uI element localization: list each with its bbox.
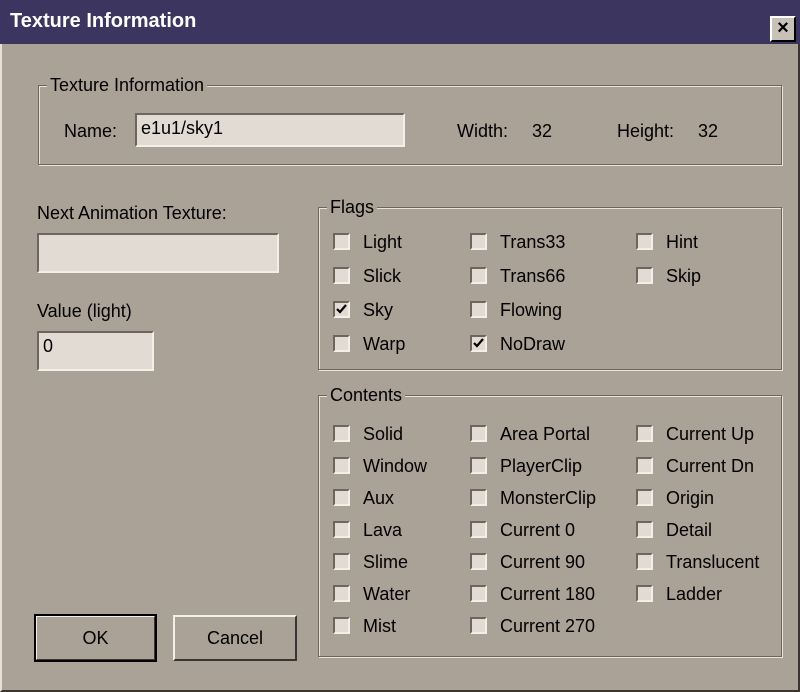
checkbox-label-skip: Skip (666, 266, 702, 286)
checkbox-label-monsterclip: MonsterClip (500, 488, 597, 508)
checked-checkbox-icon[interactable] (470, 335, 487, 352)
unchecked-checkbox-icon[interactable] (636, 489, 653, 506)
value-light-field[interactable]: 0 (37, 331, 154, 371)
checkbox-label-hint: Hint (666, 232, 699, 252)
unchecked-checkbox-icon[interactable] (470, 457, 487, 474)
unchecked-checkbox-icon[interactable] (333, 585, 350, 602)
checkbox-label-trans66: Trans66 (500, 266, 566, 286)
unchecked-checkbox-icon[interactable] (333, 553, 350, 570)
next-animation-field[interactable] (37, 233, 279, 273)
checkbox-label-flowing: Flowing (500, 300, 563, 320)
close-icon: × (777, 17, 789, 39)
unchecked-checkbox-icon[interactable] (636, 233, 653, 250)
contents-legend: Contents (327, 384, 406, 406)
checkbox-label-current-270: Current 270 (500, 616, 596, 636)
unchecked-checkbox-icon[interactable] (333, 233, 350, 250)
checkbox-label-nodraw: NoDraw (500, 334, 566, 354)
unchecked-checkbox-icon[interactable] (636, 521, 653, 538)
checkbox-label-current-up: Current Up (666, 424, 755, 444)
checkbox-label-slime: Slime (363, 552, 409, 572)
checkbox-label-trans33: Trans33 (500, 232, 566, 252)
width-value: 32 (532, 121, 553, 141)
checkbox-label-warp: Warp (363, 334, 406, 354)
title-bar: Texture Information × (0, 0, 800, 44)
width-label: Width: (457, 121, 509, 141)
unchecked-checkbox-icon[interactable] (333, 425, 350, 442)
checkbox-label-sky: Sky (363, 300, 394, 320)
cancel-label: Cancel (206, 628, 264, 648)
unchecked-checkbox-icon[interactable] (636, 267, 653, 284)
checked-checkbox-icon[interactable] (333, 301, 350, 318)
name-label: Name: (64, 121, 118, 141)
checkbox-label-solid: Solid (363, 424, 404, 444)
checkbox-label-playerclip: PlayerClip (500, 456, 583, 476)
unchecked-checkbox-icon[interactable] (470, 425, 487, 442)
height-label: Height: (617, 121, 675, 141)
checkbox-label-translucent: Translucent (666, 552, 760, 572)
checkbox-label-aux: Aux (363, 488, 395, 508)
checkbox-label-slick: Slick (363, 266, 402, 286)
checkbox-label-ladder: Ladder (666, 584, 723, 604)
unchecked-checkbox-icon[interactable] (333, 521, 350, 538)
next-animation-label: Next Animation Texture: (37, 203, 227, 223)
checkbox-label-current-0: Current 0 (500, 520, 576, 540)
checkbox-label-window: Window (363, 456, 428, 476)
unchecked-checkbox-icon[interactable] (636, 585, 653, 602)
unchecked-checkbox-icon[interactable] (470, 585, 487, 602)
height-value: 32 (698, 121, 719, 141)
checkbox-label-lava: Lava (363, 520, 403, 540)
unchecked-checkbox-icon[interactable] (636, 457, 653, 474)
unchecked-checkbox-icon[interactable] (333, 489, 350, 506)
name-field[interactable]: e1u1/sky1 (135, 113, 405, 147)
unchecked-checkbox-icon[interactable] (470, 617, 487, 634)
texture-info-legend: Texture Information (47, 74, 208, 96)
unchecked-checkbox-icon[interactable] (333, 617, 350, 634)
unchecked-checkbox-icon[interactable] (333, 457, 350, 474)
unchecked-checkbox-icon[interactable] (636, 553, 653, 570)
ok-label: OK (82, 628, 109, 648)
ok-button[interactable]: OK (34, 614, 157, 662)
checkbox-label-current-90: Current 90 (500, 552, 586, 572)
window-title: Texture Information (10, 10, 197, 32)
checkbox-label-mist: Mist (363, 616, 396, 636)
close-button[interactable]: × (770, 16, 796, 42)
checkbox-label-current-dn: Current Dn (666, 456, 755, 476)
checkbox-label-area-portal: Area Portal (500, 424, 591, 444)
checkbox-label-origin: Origin (666, 488, 715, 508)
checkbox-label-light: Light (363, 232, 403, 252)
unchecked-checkbox-icon[interactable] (470, 521, 487, 538)
unchecked-checkbox-icon[interactable] (333, 335, 350, 352)
unchecked-checkbox-icon[interactable] (333, 267, 350, 284)
value-light-label: Value (light) (37, 301, 132, 321)
cancel-button[interactable]: Cancel (173, 615, 297, 661)
checkbox-label-detail: Detail (666, 520, 713, 540)
checkbox-label-current-180: Current 180 (500, 584, 596, 604)
unchecked-checkbox-icon[interactable] (470, 301, 487, 318)
unchecked-checkbox-icon[interactable] (470, 267, 487, 284)
checkbox-label-water: Water (363, 584, 411, 604)
unchecked-checkbox-icon[interactable] (470, 553, 487, 570)
unchecked-checkbox-icon[interactable] (470, 233, 487, 250)
unchecked-checkbox-icon[interactable] (470, 489, 487, 506)
unchecked-checkbox-icon[interactable] (636, 425, 653, 442)
flags-legend: Flags (327, 196, 378, 218)
